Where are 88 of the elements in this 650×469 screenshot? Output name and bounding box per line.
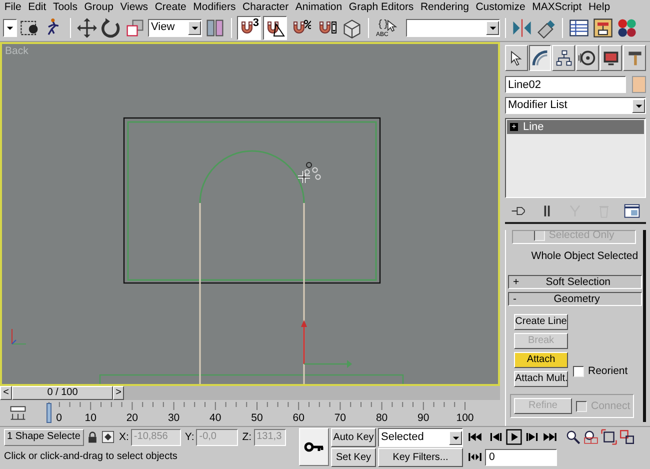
snap-dimension-label: 3	[252, 16, 259, 30]
frame-number: 60	[292, 412, 304, 424]
zoom-all-icon[interactable]	[583, 429, 599, 445]
menu-item[interactable]: Character	[239, 0, 292, 14]
menu-item[interactable]: Views	[116, 0, 152, 14]
create-tab[interactable]	[505, 45, 528, 71]
object-name-field[interactable]: Line02	[505, 76, 626, 93]
key-filters-button[interactable]: Key Filters...	[378, 448, 463, 467]
modify-tab[interactable]	[528, 45, 552, 71]
menu-item[interactable]: Animation	[292, 0, 346, 14]
checkbox[interactable]	[573, 366, 584, 377]
angle-snap-toggle[interactable]	[263, 16, 287, 40]
axis-gizmo	[301, 320, 352, 368]
frame-number: 50	[251, 412, 263, 424]
menu-item[interactable]: Group	[80, 0, 117, 14]
stack-item[interactable]: + Line	[507, 120, 644, 134]
frame-number: 100	[456, 412, 474, 424]
menu-item[interactable]: Edit	[24, 0, 50, 14]
lock-icon[interactable]	[86, 430, 99, 444]
track-bar[interactable]: 0 10 20 30 40 50 60 70 80 90 100	[41, 400, 473, 426]
hammer-icon	[626, 49, 644, 67]
selection-count-field: 1 Shape Selecte	[4, 428, 84, 446]
frame-number: 10	[84, 412, 96, 424]
mirror-icon[interactable]	[511, 16, 533, 38]
configure-sets-icon[interactable]	[622, 202, 641, 220]
set-key-button[interactable]: Set Key	[331, 448, 376, 467]
play-icon[interactable]	[506, 429, 522, 445]
utilities-tab[interactable]	[623, 45, 646, 71]
menu-item[interactable]: MAXScript	[528, 0, 586, 14]
key-mode-button[interactable]	[299, 428, 329, 466]
menu-item[interactable]: Modifiers	[190, 0, 240, 14]
menu-item[interactable]: Graph Editors	[346, 0, 418, 14]
move-cursor-icon	[296, 162, 321, 184]
named-selection-dropdown[interactable]	[406, 18, 500, 36]
coordinate-label: Y:	[184, 430, 194, 444]
previous-frame-button[interactable]: <	[0, 386, 12, 400]
motion-tab[interactable]	[576, 45, 599, 71]
schematic-view-icon[interactable]	[592, 16, 614, 38]
world-axis-icon	[12, 328, 26, 344]
menu-item[interactable]: Help	[585, 0, 614, 14]
checkbox-label: Reorient	[588, 365, 628, 378]
object-color-swatch[interactable]	[632, 76, 646, 93]
frame-number: 30	[168, 412, 180, 424]
hierarchy-tab[interactable]	[552, 45, 576, 71]
coordinate-label: Z:	[242, 430, 252, 444]
menu-item[interactable]: Customize	[472, 0, 529, 14]
frame-number: 0	[56, 412, 62, 424]
frame-number: 90	[418, 412, 430, 424]
modifier-list-dropdown[interactable]: Modifier List	[505, 97, 646, 114]
frame-number: 40	[210, 412, 222, 424]
geometry-button[interactable]: Attach	[514, 352, 568, 368]
menu-item[interactable]: File	[1, 0, 25, 14]
move-icon[interactable]	[76, 16, 98, 38]
frame-number: 80	[376, 412, 388, 424]
zoom-icon[interactable]	[565, 429, 581, 445]
rollout-header[interactable]: - Geometry	[508, 292, 642, 306]
prompt-text: Click or click-and-drag to select objects	[4, 451, 178, 463]
key-selection-dropdown[interactable]: Selected	[378, 428, 463, 447]
hierarchy-icon	[554, 49, 573, 67]
geometry-button[interactable]: Attach Mult.	[514, 371, 568, 388]
monitor-icon	[602, 49, 620, 67]
menu-item[interactable]: Tools	[50, 0, 81, 14]
rollout-header[interactable]: + Soft Selection	[508, 275, 642, 290]
material-editor-icon[interactable]	[616, 16, 638, 38]
coordinate-label: X:	[119, 430, 129, 444]
selection-filter-dropdown[interactable]	[3, 18, 17, 36]
snap-toggle[interactable]: 3	[237, 16, 261, 40]
menu-item[interactable]: Rendering	[417, 0, 472, 14]
wheel-icon	[578, 49, 596, 67]
current-frame-field[interactable]: 0	[485, 448, 557, 466]
braces-cursor-icon	[377, 18, 397, 32]
zoom-extents-all-icon[interactable]	[619, 429, 635, 445]
current-frame-marker[interactable]	[46, 403, 52, 423]
next-frame-button[interactable]: >	[113, 386, 124, 400]
arc-icon	[531, 49, 549, 67]
time-slider-track[interactable]: < 0 / 100 >	[0, 386, 500, 400]
reference-coordinate-dropdown[interactable]: View	[148, 18, 202, 36]
auto-key-button[interactable]: Auto Key	[331, 428, 376, 447]
menu-item[interactable]: Create	[151, 0, 190, 14]
absolute-mode-icon[interactable]	[101, 430, 115, 444]
selection-info-text: Whole Object Selected	[530, 249, 640, 264]
time-slider-thumb[interactable]: 0 / 100	[12, 386, 113, 400]
frame-number: 70	[334, 412, 346, 424]
display-tab[interactable]	[600, 45, 622, 71]
rotate-icon[interactable]	[100, 16, 122, 38]
zoom-extents-icon[interactable]	[601, 429, 617, 445]
geometry-button[interactable]: Create Line	[514, 314, 568, 330]
frame-number: 20	[126, 412, 138, 424]
